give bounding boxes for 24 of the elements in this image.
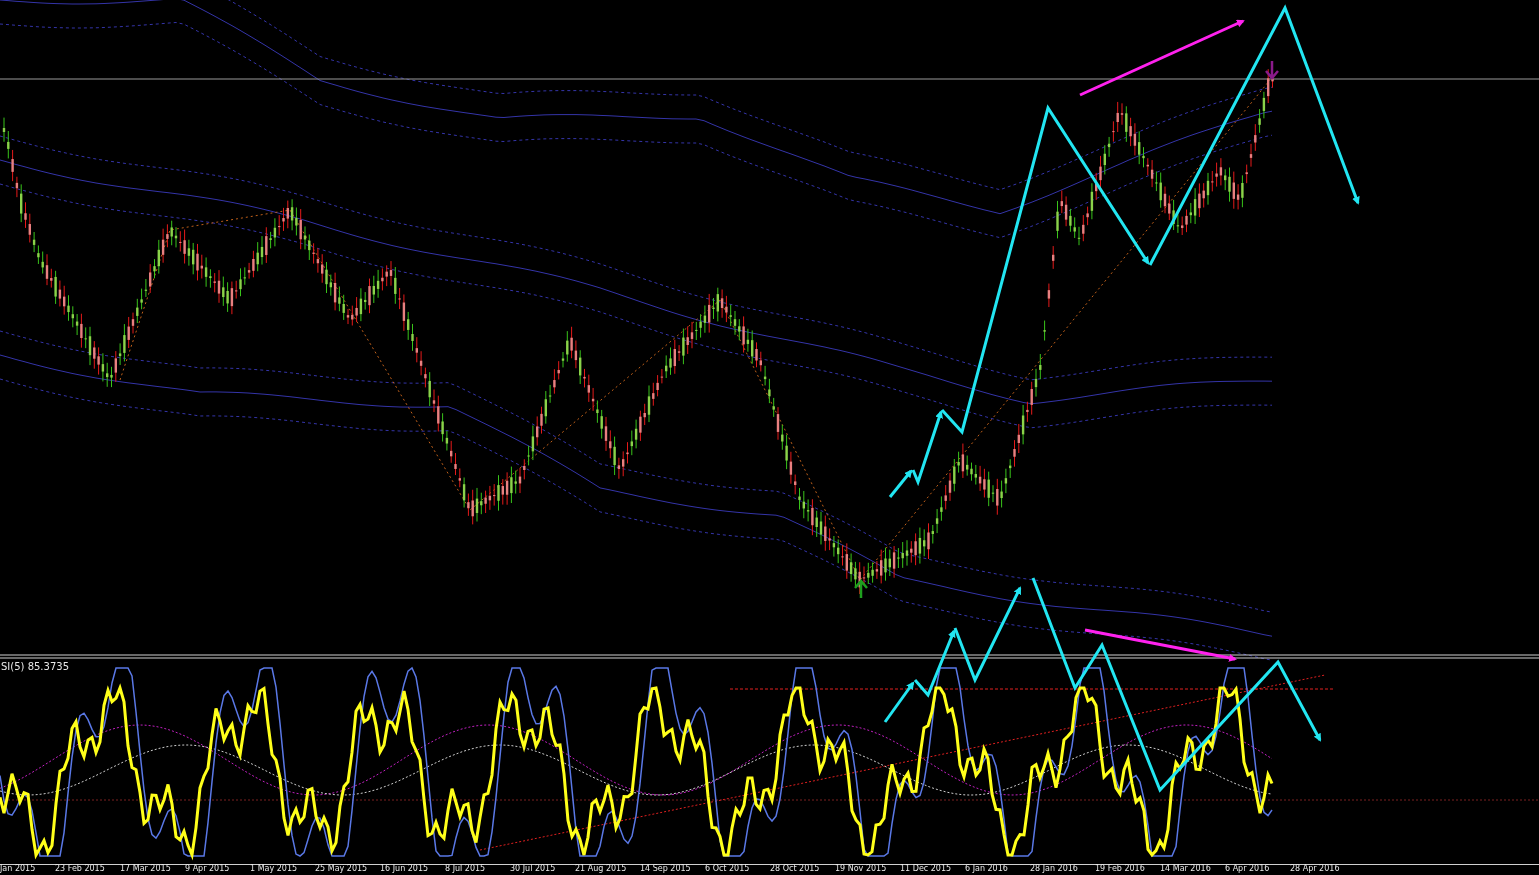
axis-label: Jan 2015 <box>0 864 36 874</box>
up-arrow-icon <box>853 579 869 600</box>
axis-label: 21 Aug 2015 <box>575 864 627 874</box>
axis-label: 23 Feb 2015 <box>55 864 105 874</box>
axis-label: 30 Jul 2015 <box>510 864 556 874</box>
axis-label: 9 Apr 2015 <box>185 864 230 874</box>
axis-label: 19 Feb 2016 <box>1095 864 1145 874</box>
axis-label: 28 Oct 2015 <box>770 864 820 874</box>
axis-label: 25 May 2015 <box>315 864 368 874</box>
axis-label: 19 Nov 2015 <box>835 864 887 874</box>
axis-label: 6 Jan 2016 <box>965 864 1008 874</box>
axis-label: 6 Apr 2016 <box>1225 864 1270 874</box>
axis-label: 28 Jan 2016 <box>1030 864 1078 874</box>
axis-label: 6 Oct 2015 <box>705 864 750 874</box>
axis-label: 14 Sep 2015 <box>640 864 691 874</box>
axis-label: 16 Jun 2015 <box>380 864 429 874</box>
axis-label: 1 May 2015 <box>250 864 298 874</box>
axis-label: 14 Mar 2016 <box>1160 864 1211 874</box>
down-arrow-icon <box>1264 59 1280 80</box>
axis-label: 11 Dec 2015 <box>900 864 952 874</box>
indicator-label: SI(5) 85.3735 <box>1 661 69 672</box>
axis-label: 8 Jul 2015 <box>445 864 486 874</box>
axis-label: 28 Apr 2016 <box>1290 864 1340 874</box>
axis-label: 17 Mar 2015 <box>120 864 171 874</box>
